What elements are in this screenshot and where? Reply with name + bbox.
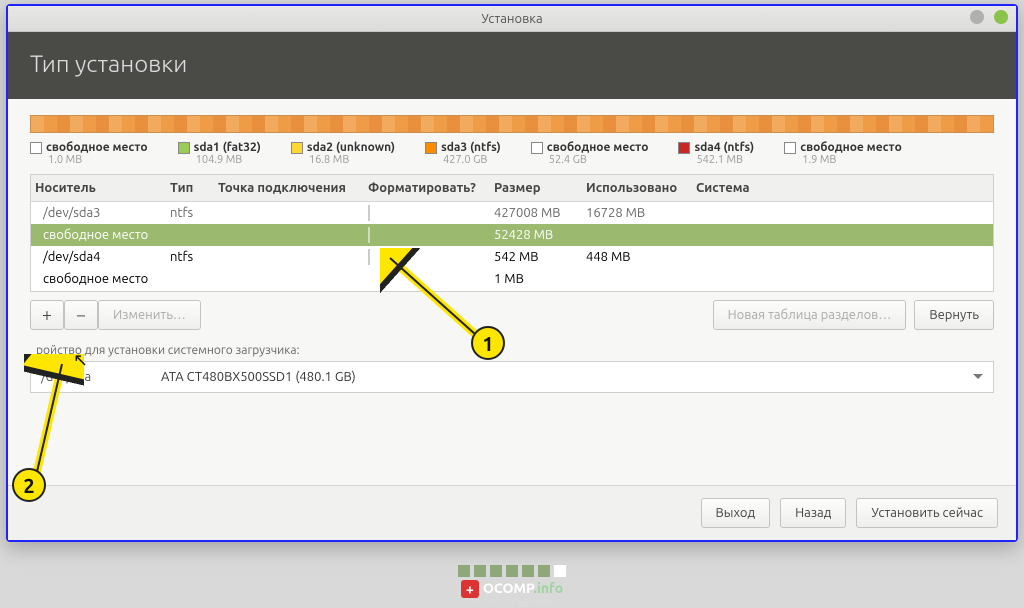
page-dots: [0, 563, 1024, 581]
chevron-down-icon: [973, 374, 983, 384]
bootloader-select[interactable]: /dev/sda ATA CT480BX500SSD1 (480.1 GB): [30, 361, 994, 393]
legend-size: 427.0 GB: [443, 154, 501, 166]
window-title: Установка: [481, 12, 542, 26]
install-button[interactable]: Установить сейчас: [856, 498, 998, 528]
legend-size: 1.0 MB: [48, 154, 148, 166]
partition-toolbar: + − Изменить… Новая таблица разделов… Ве…: [30, 300, 994, 330]
legend-swatch: [291, 142, 303, 154]
titlebar[interactable]: Установка: [8, 6, 1016, 32]
new-table-button[interactable]: Новая таблица разделов…: [713, 300, 907, 330]
legend-size: 52.4 GB: [549, 154, 649, 166]
legend-size: 16.8 MB: [309, 154, 395, 166]
partition-legend: свободное место1.0 MBsda1 (fat32)104.9 M…: [30, 139, 994, 174]
boot-device: /dev/sda: [41, 370, 161, 384]
cell-device: /dev/sda4: [35, 250, 170, 264]
legend-swatch: [678, 142, 690, 154]
cell-size: 1 MB: [494, 272, 586, 286]
table-row[interactable]: /dev/sdb: [31, 290, 993, 292]
col-system[interactable]: Система: [696, 181, 989, 195]
page-title: Тип установки: [8, 32, 1016, 99]
col-type[interactable]: Тип: [170, 181, 218, 195]
installer-window: Установка Тип установки свободное место1…: [6, 4, 1018, 542]
col-mount[interactable]: Точка подключения: [218, 181, 368, 195]
watermark: +OCOMP.info ВОПРОСЫ АДМИНУ: [0, 580, 1024, 607]
legend-label: свободное место: [547, 141, 649, 154]
table-row[interactable]: свободное место 52428 MB: [31, 224, 993, 246]
cell-format[interactable]: [368, 206, 494, 220]
table-row[interactable]: /dev/sda4 ntfs 542 MB 448 MB: [31, 246, 993, 268]
legend-label: свободное место: [800, 141, 902, 154]
remove-button[interactable]: −: [64, 300, 98, 330]
cell-format[interactable]: [368, 228, 494, 242]
table-row[interactable]: /dev/sda3 ntfs 427008 MB 16728 MB: [31, 202, 993, 224]
col-device[interactable]: Носитель: [35, 181, 170, 195]
legend-item[interactable]: свободное место52.4 GB: [531, 141, 649, 166]
cell-used: 16728 MB: [586, 206, 696, 220]
col-format[interactable]: Форматировать?: [368, 181, 494, 195]
legend-size: 542.1 MB: [696, 154, 754, 166]
legend-label: sda2 (unknown): [307, 141, 395, 154]
legend-swatch: [531, 142, 543, 154]
legend-swatch: [30, 142, 42, 154]
cell-type: ntfs: [170, 206, 218, 220]
legend-swatch: [425, 142, 437, 154]
partition-table: Носитель Тип Точка подключения Форматиро…: [30, 174, 994, 292]
change-button[interactable]: Изменить…: [98, 300, 201, 330]
legend-item[interactable]: sda1 (fat32)104.9 MB: [178, 141, 261, 166]
cell-used: 448 MB: [586, 250, 696, 264]
bootloader-label: ройство для установки системного загрузч…: [36, 344, 994, 357]
add-button[interactable]: +: [30, 300, 64, 330]
legend-swatch: [784, 142, 796, 154]
legend-item[interactable]: свободное место1.0 MB: [30, 141, 148, 166]
cell-size: 427008 MB: [494, 206, 586, 220]
cell-size: 542 MB: [494, 250, 586, 264]
legend-item[interactable]: sda4 (ntfs)542.1 MB: [678, 141, 754, 166]
legend-item[interactable]: свободное место1.9 MB: [784, 141, 902, 166]
legend-item[interactable]: sda3 (ntfs)427.0 GB: [425, 141, 501, 166]
legend-size: 104.9 MB: [196, 154, 261, 166]
col-size[interactable]: Размер: [494, 181, 586, 195]
disk-usage-bar[interactable]: [30, 115, 994, 133]
cell-device: /dev/sda3: [35, 206, 170, 220]
col-used[interactable]: Использовано: [586, 181, 696, 195]
cell-type: ntfs: [170, 250, 218, 264]
quit-button[interactable]: Выход: [701, 498, 771, 528]
cell-device: свободное место: [35, 228, 170, 242]
table-row[interactable]: свободное место 1 MB: [31, 268, 993, 290]
wizard-footer: Выход Назад Установить сейчас: [8, 485, 1016, 540]
legend-label: свободное место: [46, 141, 148, 154]
legend-item[interactable]: sda2 (unknown)16.8 MB: [291, 141, 395, 166]
minimize-icon[interactable]: [970, 10, 984, 24]
cell-device: свободное место: [35, 272, 170, 286]
legend-label: sda3 (ntfs): [441, 141, 501, 154]
boot-desc: ATA CT480BX500SSD1 (480.1 GB): [161, 370, 973, 384]
back-button[interactable]: Назад: [780, 498, 846, 528]
cell-size: 52428 MB: [494, 228, 586, 242]
legend-size: 1.9 MB: [802, 154, 902, 166]
legend-label: sda1 (fat32): [194, 141, 261, 154]
revert-button[interactable]: Вернуть: [914, 300, 994, 330]
cell-format[interactable]: [368, 250, 494, 264]
legend-swatch: [178, 142, 190, 154]
legend-label: sda4 (ntfs): [694, 141, 754, 154]
close-icon[interactable]: [994, 10, 1008, 24]
